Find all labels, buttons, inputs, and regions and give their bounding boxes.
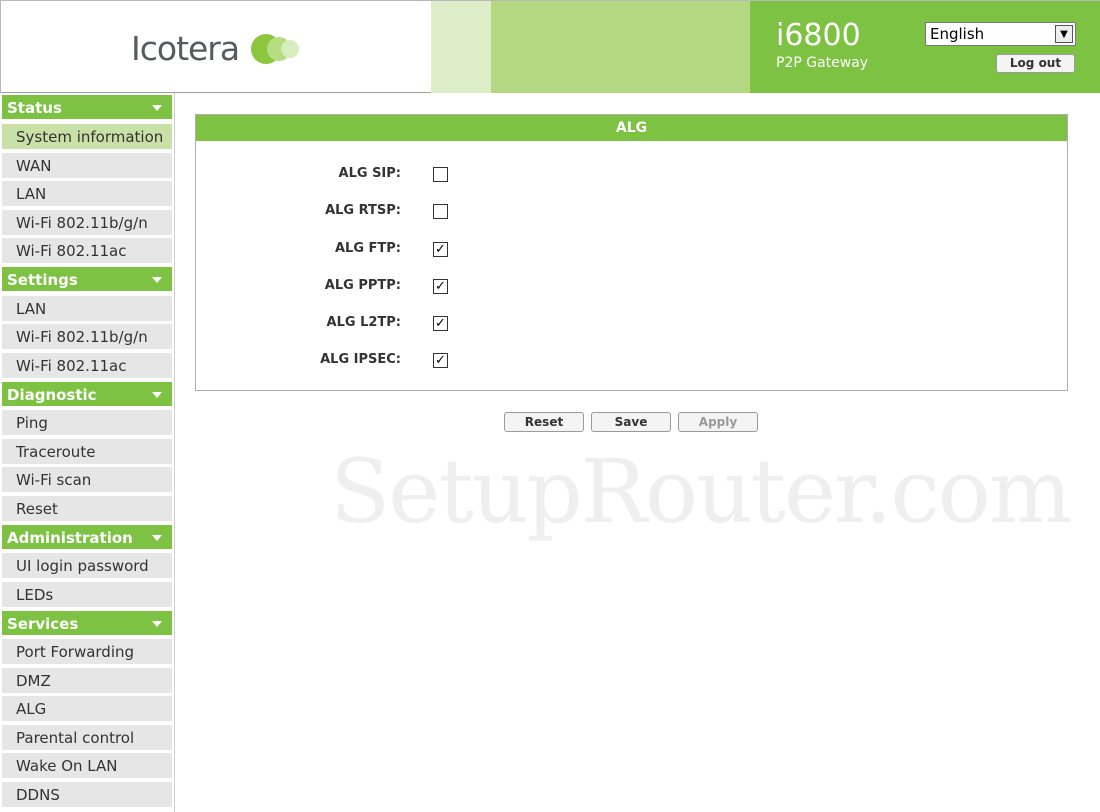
- chevron-down-icon: [152, 621, 162, 627]
- model-subtitle: P2P Gateway: [776, 55, 869, 71]
- panel-title: ALG: [196, 115, 1067, 141]
- chevron-down-icon: [152, 277, 162, 283]
- sidebar-item-parental-control[interactable]: Parental control: [2, 725, 172, 752]
- alg-sip-checkbox[interactable]: [433, 167, 448, 182]
- sidebar-item-lan-status[interactable]: LAN: [2, 181, 172, 208]
- chevron-down-icon: [152, 392, 162, 398]
- logo-circles-icon: [251, 31, 307, 67]
- alg-l2tp-row: ALG L2TP: ✓: [196, 314, 1069, 334]
- sidebar-item-wifi-bgn-status[interactable]: Wi-Fi 802.11b/g/n: [2, 210, 172, 237]
- sidebar-item-traceroute[interactable]: Traceroute: [2, 439, 172, 466]
- sidebar-item-wifi-bgn-settings[interactable]: Wi-Fi 802.11b/g/n: [2, 324, 172, 351]
- sidebar-section-status[interactable]: Status: [2, 95, 172, 120]
- alg-rtsp-row: ALG RTSP:: [196, 202, 1069, 222]
- sidebar-item-lan-settings[interactable]: LAN: [2, 296, 172, 323]
- sidebar-item-wifi-scan[interactable]: Wi-Fi scan: [2, 467, 172, 494]
- sidebar: Status System information WAN LAN Wi-Fi …: [2, 95, 174, 812]
- alg-l2tp-label: ALG L2TP:: [326, 315, 401, 330]
- apply-button[interactable]: Apply: [678, 412, 758, 432]
- alg-panel: ALG ALG SIP: ALG RTSP: ALG FTP: ✓ ALG PP…: [195, 114, 1068, 391]
- watermark: SetupRouter.com: [330, 440, 1072, 543]
- icotera-logo: Icotera: [131, 29, 307, 68]
- sidebar-item-reset[interactable]: Reset: [2, 496, 172, 523]
- chevron-down-icon: [152, 105, 162, 111]
- alg-rtsp-checkbox[interactable]: [433, 204, 448, 219]
- sidebar-item-port-forwarding[interactable]: Port Forwarding: [2, 639, 172, 666]
- alg-ftp-checkbox[interactable]: ✓: [433, 242, 448, 257]
- sidebar-section-diagnostic[interactable]: Diagnostic: [2, 382, 172, 407]
- sidebar-item-ddns[interactable]: DDNS: [2, 782, 172, 809]
- model-name: i6800: [776, 18, 861, 53]
- section-title: Administration: [7, 529, 133, 547]
- alg-ipsec-label: ALG IPSEC:: [320, 352, 401, 367]
- sidebar-section-administration[interactable]: Administration: [2, 525, 172, 550]
- language-selected-value: English: [930, 25, 985, 43]
- alg-ipsec-row: ALG IPSEC: ✓: [196, 351, 1069, 371]
- sidebar-item-leds[interactable]: LEDs: [2, 582, 172, 609]
- section-title: Status: [7, 99, 62, 117]
- alg-pptp-label: ALG PPTP:: [324, 278, 401, 293]
- sidebar-item-wifi-ac-settings[interactable]: Wi-Fi 802.11ac: [2, 353, 172, 380]
- alg-ipsec-checkbox[interactable]: ✓: [433, 353, 448, 368]
- section-title: Settings: [7, 271, 78, 289]
- reset-button[interactable]: Reset: [504, 412, 584, 432]
- sidebar-item-wan[interactable]: WAN: [2, 153, 172, 180]
- header-band-light: [431, 1, 491, 93]
- sidebar-item-alg[interactable]: ALG: [2, 696, 172, 723]
- sidebar-item-wifi-ac-status[interactable]: Wi-Fi 802.11ac: [2, 238, 172, 265]
- section-title: Diagnostic: [7, 386, 97, 404]
- sidebar-item-ui-login-password[interactable]: UI login password: [2, 553, 172, 580]
- sidebar-item-ping[interactable]: Ping: [2, 410, 172, 437]
- language-select[interactable]: English ▼: [925, 22, 1076, 46]
- alg-ftp-label: ALG FTP:: [334, 241, 401, 256]
- sidebar-item-dmz[interactable]: DMZ: [2, 668, 172, 695]
- section-title: Services: [7, 615, 79, 633]
- sidebar-item-system-information[interactable]: System information: [2, 124, 172, 151]
- alg-sip-row: ALG SIP:: [196, 165, 1069, 185]
- logo-text: Icotera: [131, 29, 240, 68]
- alg-ftp-row: ALG FTP: ✓: [196, 240, 1069, 260]
- alg-sip-label: ALG SIP:: [338, 166, 401, 181]
- header-band-mid: [491, 1, 750, 93]
- sidebar-section-settings[interactable]: Settings: [2, 267, 172, 292]
- logout-button[interactable]: Log out: [996, 54, 1075, 73]
- alg-pptp-row: ALG PPTP: ✓: [196, 277, 1069, 297]
- alg-pptp-checkbox[interactable]: ✓: [433, 279, 448, 294]
- sidebar-section-services[interactable]: Services: [2, 611, 172, 636]
- save-button[interactable]: Save: [591, 412, 671, 432]
- chevron-down-icon: [152, 535, 162, 541]
- header: Icotera i6800 P2P Gateway English ▼ Log …: [0, 0, 1100, 93]
- chevron-down-icon[interactable]: ▼: [1055, 25, 1073, 43]
- sidebar-item-wake-on-lan[interactable]: Wake On LAN: [2, 753, 172, 780]
- alg-rtsp-label: ALG RTSP:: [325, 203, 401, 218]
- sidebar-divider: [174, 93, 175, 812]
- alg-l2tp-checkbox[interactable]: ✓: [433, 316, 448, 331]
